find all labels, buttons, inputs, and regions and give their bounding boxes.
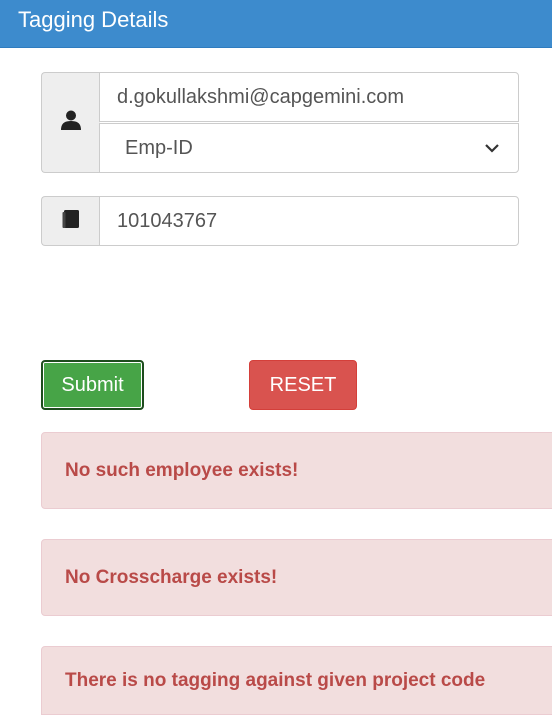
alert-no-employee: No such employee exists!: [41, 432, 552, 509]
alert-no-tagging: There is no tagging against given projec…: [41, 646, 552, 715]
page-title: Tagging Details: [18, 7, 169, 32]
emp-id-value: 101043767: [117, 209, 218, 232]
id-type-selected: Emp-ID: [125, 136, 193, 159]
id-type-select[interactable]: Emp-ID: [99, 123, 519, 173]
submit-button[interactable]: Submit: [41, 360, 144, 410]
email-field[interactable]: d.gokullakshmi@capgemini.com: [99, 72, 519, 122]
alert-message: There is no tagging against given projec…: [65, 669, 486, 691]
alert-no-crosscharge: No Crosscharge exists!: [41, 539, 552, 616]
employee-input-group: d.gokullakshmi@capgemini.com Emp-ID: [41, 72, 519, 173]
reset-button[interactable]: RESET: [249, 360, 357, 410]
id-input-group: 101043767: [41, 196, 519, 246]
user-addon: [41, 72, 100, 173]
user-icon: [60, 109, 82, 136]
chevron-down-icon: [483, 139, 501, 157]
book-addon: [41, 196, 100, 246]
emp-id-field[interactable]: 101043767: [99, 196, 519, 246]
alert-message: No such employee exists!: [65, 459, 299, 481]
book-icon: [61, 209, 81, 234]
alert-message: No Crosscharge exists!: [65, 566, 278, 588]
page-header: Tagging Details: [0, 0, 552, 48]
email-value: d.gokullakshmi@capgemini.com: [117, 85, 405, 108]
